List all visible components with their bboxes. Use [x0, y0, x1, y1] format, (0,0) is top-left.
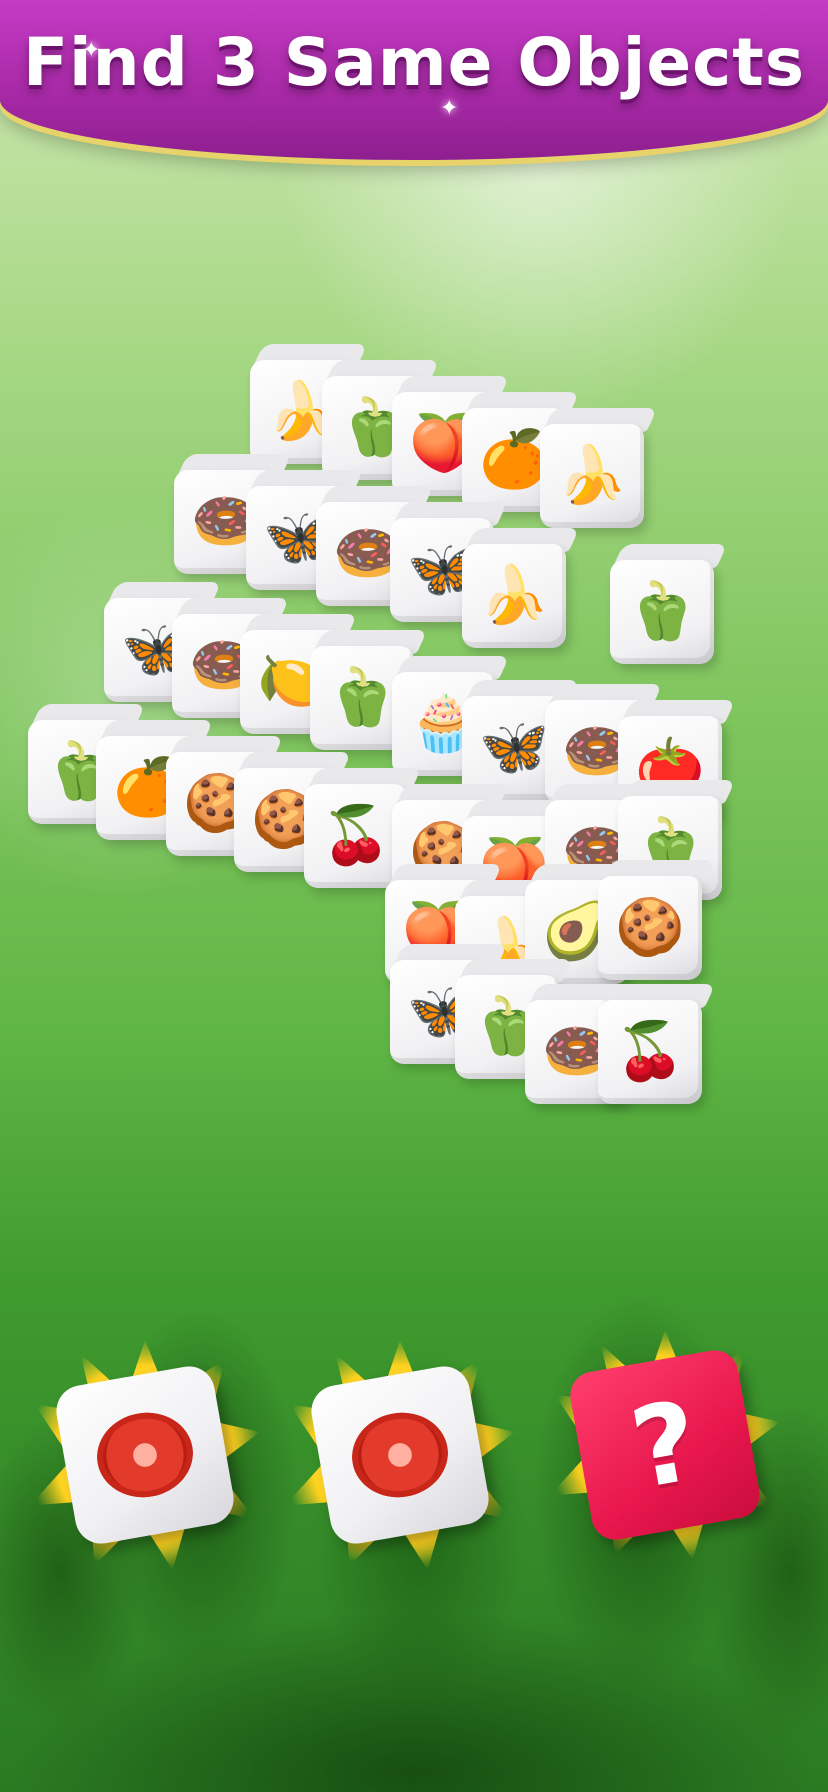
banana-icon: 🍌	[462, 544, 566, 648]
mahjong-tile[interactable]: 🍌	[462, 528, 580, 648]
plum-icon: 🍒	[598, 1000, 702, 1104]
tomato-icon	[90, 1405, 200, 1505]
tomato-icon	[345, 1405, 455, 1505]
cookie-icon: 🍪	[598, 876, 702, 980]
collection-slot-1	[30, 1340, 260, 1570]
question-mark-icon: ?	[566, 1346, 764, 1544]
yellow-pepper-icon: 🫑	[610, 560, 714, 664]
banana-icon: 🍌	[540, 424, 644, 528]
mahjong-tile[interactable]: 🍒	[598, 984, 716, 1104]
mahjong-tile[interactable]: 🍪	[598, 860, 716, 980]
mahjong-tile[interactable]: 🍌	[540, 408, 658, 528]
mahjong-tile[interactable]: 🫑	[610, 544, 728, 664]
collection-slot-3: ?	[550, 1330, 780, 1560]
tomato-die-icon	[307, 1362, 493, 1548]
tomato-die-icon	[52, 1362, 238, 1548]
collection-slot-2	[285, 1340, 515, 1570]
